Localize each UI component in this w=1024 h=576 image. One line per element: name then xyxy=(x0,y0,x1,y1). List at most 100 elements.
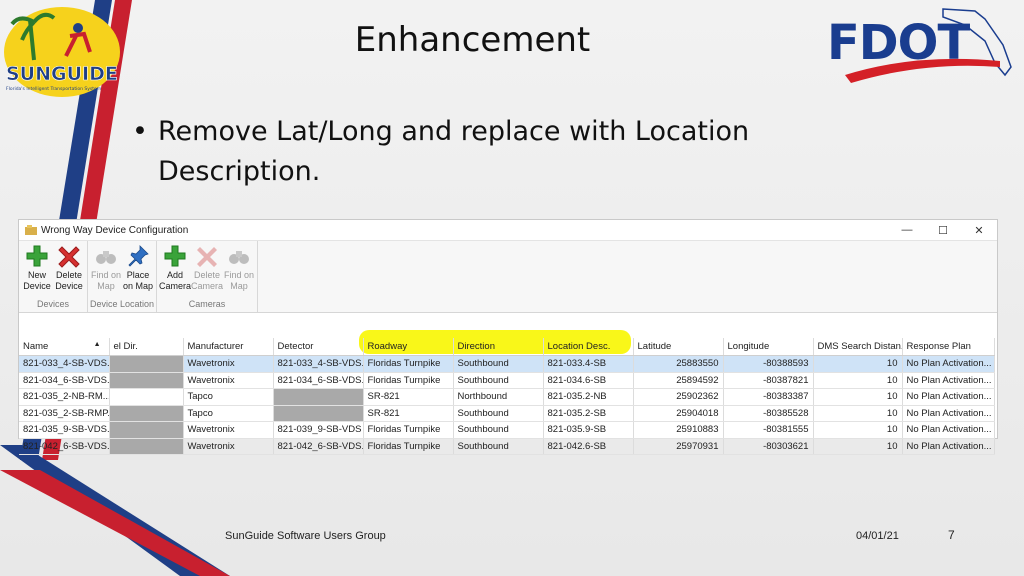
table-cell xyxy=(109,438,184,455)
table-cell: Floridas Turnpike xyxy=(363,372,454,389)
find-device-on-map-button[interactable]: Find on Map xyxy=(90,241,122,299)
table-row[interactable]: 821-042_6-SB-VDS... Wavetronix 821-042_6-S… xyxy=(19,438,995,455)
table-cell: Wavetronix xyxy=(183,421,274,439)
group-label-device-location: Device Location xyxy=(90,299,155,309)
wrong-way-device-window: Wrong Way Device Configuration — ☐ ✕ New… xyxy=(18,219,998,455)
delete-camera-button[interactable]: Delete Camera xyxy=(191,241,223,299)
table-row[interactable]: 821-035_2-NB-RM... Tapco SR-821 Northbound 8… xyxy=(19,388,995,406)
table-cell: 10 xyxy=(813,438,903,455)
ribbon-group-device-location: Find on Map Place on Map Device Location xyxy=(88,241,158,312)
table-cell: 821-034_6-SB-VDS... xyxy=(19,372,110,389)
device-grid: Name ▲ el Dir. Manufacturer Detector Road… xyxy=(19,330,997,455)
table-row[interactable]: 821-035_9-SB-VDS... Wavetronix 821-039_9-S… xyxy=(19,421,995,439)
table-cell: 821-039_9-SB-VDS xyxy=(273,421,364,439)
column-header-location-desc[interactable]: Location Desc. xyxy=(543,338,634,356)
table-cell: -80385528 xyxy=(723,405,814,422)
table-cell: 25894592 xyxy=(633,372,724,389)
delete-camera-label: Delete Camera xyxy=(191,270,224,291)
table-cell: Southbound xyxy=(453,372,544,389)
find-camera-on-map-button[interactable]: Find on Map xyxy=(223,241,255,299)
bullet-text: Remove Lat/Long and replace with Locatio… xyxy=(158,116,750,187)
column-label: Name xyxy=(23,341,49,352)
table-cell: SR-821 xyxy=(363,405,454,422)
table-cell: -80383387 xyxy=(723,388,814,406)
table-cell: 821-034_6-SB-VDS... xyxy=(273,372,364,389)
column-header-direction[interactable]: Direction xyxy=(453,338,544,356)
table-cell xyxy=(109,355,184,373)
table-row[interactable]: 821-033_4-SB-VDS... Wavetronix 821-033_4-S… xyxy=(19,355,995,373)
column-header-el-dir[interactable]: el Dir. xyxy=(109,338,184,356)
table-cell: Wavetronix xyxy=(183,372,274,389)
table-cell: 25904018 xyxy=(633,405,724,422)
device-table: Name ▲ el Dir. Manufacturer Detector Road… xyxy=(19,338,995,455)
table-cell: Southbound xyxy=(453,405,544,422)
table-cell: 25902362 xyxy=(633,388,724,406)
table-cell xyxy=(273,388,364,406)
column-header-response-plan[interactable]: Response Plan xyxy=(902,338,995,356)
fdot-logo: FDOT xyxy=(827,8,1012,83)
column-header-roadway[interactable]: Roadway xyxy=(363,338,454,356)
table-cell: Tapco xyxy=(183,388,274,406)
app-icon xyxy=(25,225,37,235)
table-cell: SR-821 xyxy=(363,388,454,406)
sunguide-logo: SUNGUIDE Florida's Intelligent Transport… xyxy=(4,7,120,97)
column-header-detector[interactable]: Detector xyxy=(273,338,364,356)
sunguide-logo-subtext: Florida's Intelligent Transportation Sys… xyxy=(6,86,101,92)
table-cell: Floridas Turnpike xyxy=(363,421,454,439)
close-button[interactable]: ✕ xyxy=(961,220,997,240)
add-camera-label: Add Camera xyxy=(159,270,192,291)
column-header-manufacturer[interactable]: Manufacturer xyxy=(183,338,274,356)
table-cell: 25910883 xyxy=(633,421,724,439)
binoculars-icon xyxy=(96,251,116,264)
plus-icon xyxy=(26,245,48,267)
minimize-button[interactable]: — xyxy=(889,220,925,240)
column-header-latitude[interactable]: Latitude xyxy=(633,338,724,356)
column-header-longitude[interactable]: Longitude xyxy=(723,338,814,356)
table-cell: -80303621 xyxy=(723,438,814,455)
add-camera-button[interactable]: Add Camera xyxy=(159,241,191,299)
table-cell: 10 xyxy=(813,421,903,439)
group-label-cameras: Cameras xyxy=(188,299,226,309)
table-cell: -80388593 xyxy=(723,355,814,373)
table-cell: 821-035_9-SB-VDS... xyxy=(19,421,110,439)
table-cell: No Plan Activation... xyxy=(902,405,995,422)
table-cell: Floridas Turnpike xyxy=(363,355,454,373)
table-cell: 821-035.2-NB xyxy=(543,388,634,406)
table-cell: Floridas Turnpike xyxy=(363,438,454,455)
table-cell: Southbound xyxy=(453,438,544,455)
table-cell: Southbound xyxy=(453,421,544,439)
page-number: 7 xyxy=(948,528,955,542)
table-row[interactable]: 821-034_6-SB-VDS... Wavetronix 821-034_6-S… xyxy=(19,372,995,389)
table-cell: Tapco xyxy=(183,405,274,422)
table-cell: No Plan Activation... xyxy=(902,421,995,439)
delete-device-button[interactable]: Delete Device xyxy=(53,241,85,299)
find-device-on-map-label: Find on Map xyxy=(90,270,122,291)
table-cell xyxy=(109,388,184,406)
delete-device-label: Delete Device xyxy=(55,270,83,291)
table-cell: -80381555 xyxy=(723,421,814,439)
table-cell: No Plan Activation... xyxy=(902,355,995,373)
table-cell: No Plan Activation... xyxy=(902,438,995,455)
ribbon-group-devices: New Device Delete Device Devices xyxy=(19,241,88,312)
table-cell: 821-042.6-SB xyxy=(543,438,634,455)
table-cell: 10 xyxy=(813,388,903,406)
table-cell xyxy=(109,372,184,389)
table-cell: -80387821 xyxy=(723,372,814,389)
new-device-label: New Device xyxy=(23,270,51,291)
new-device-button[interactable]: New Device xyxy=(21,241,53,299)
footer-date: 04/01/21 xyxy=(856,530,899,542)
maximize-button[interactable]: ☐ xyxy=(925,220,961,240)
column-header-name[interactable]: Name ▲ xyxy=(19,338,110,356)
table-row[interactable]: 821-035_2-SB-RMP... Tapco SR-821 Southbound… xyxy=(19,405,995,422)
pushpin-icon xyxy=(128,245,149,267)
table-cell: 821-033_4-SB-VDS... xyxy=(273,355,364,373)
plus-icon xyxy=(164,245,186,267)
table-header: Name ▲ el Dir. Manufacturer Detector Road… xyxy=(19,338,995,356)
column-header-dms-search-distance[interactable]: DMS Search Distan... xyxy=(813,338,903,356)
sunguide-logo-text: SUNGUIDE xyxy=(6,63,118,85)
table-cell: 821-035.9-SB xyxy=(543,421,634,439)
table-cell: 821-042_6-SB-VDS... xyxy=(19,438,110,455)
place-on-map-button[interactable]: Place on Map xyxy=(122,241,154,299)
slide-title: Enhancement xyxy=(354,20,591,60)
sort-ascending-icon: ▲ xyxy=(93,341,101,348)
